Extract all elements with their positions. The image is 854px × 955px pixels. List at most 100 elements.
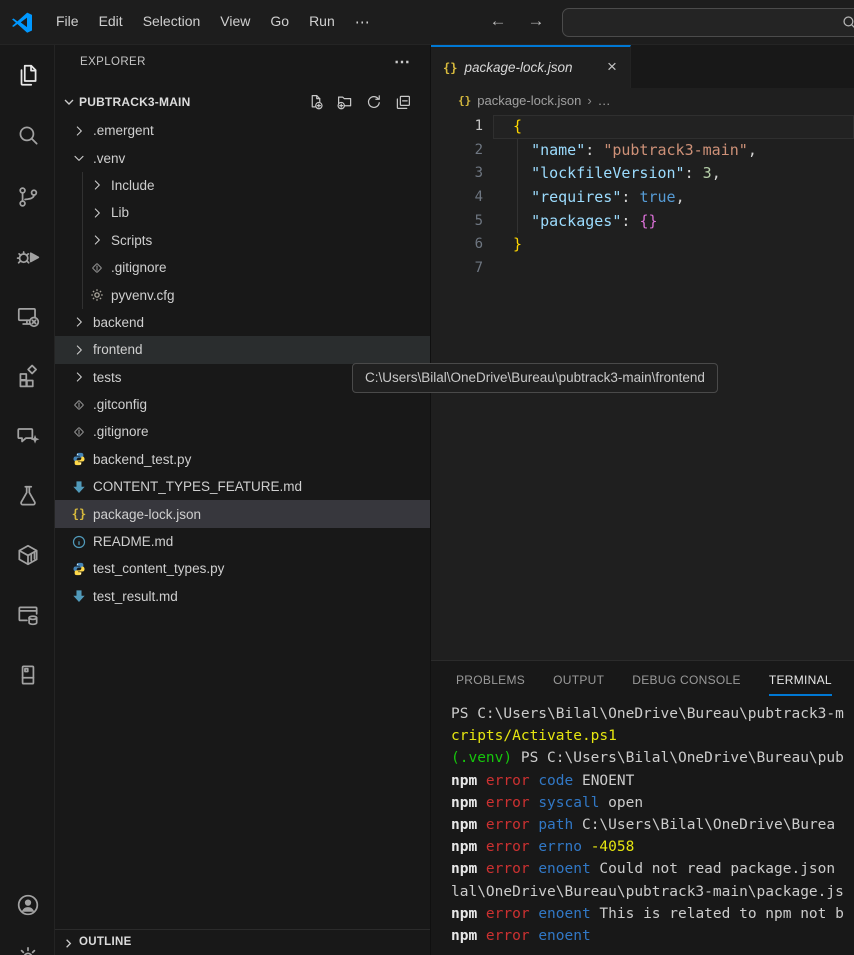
refresh-icon[interactable] bbox=[365, 93, 383, 111]
panel-tab-output[interactable]: OUTPUT bbox=[553, 664, 604, 696]
menu-file[interactable]: File bbox=[46, 8, 89, 34]
menu-run[interactable]: Run bbox=[299, 8, 345, 34]
tree-item-label: .gitconfig bbox=[93, 397, 147, 412]
line-number: 1 bbox=[431, 115, 493, 139]
terminal-line: npm error path C:\Users\Bilal\OneDrive\B… bbox=[451, 814, 854, 836]
tab-package-lock-json[interactable]: {} package-lock.json × bbox=[431, 45, 631, 88]
new-file-icon[interactable] bbox=[307, 93, 325, 111]
outline-section-header[interactable]: OUTLINE bbox=[55, 929, 430, 955]
tree-folder-lib[interactable]: Lib bbox=[55, 199, 430, 226]
tree-file--gitignore[interactable]: .gitignore bbox=[55, 418, 430, 445]
gear-icon bbox=[89, 287, 105, 303]
activity-search-icon[interactable] bbox=[0, 111, 55, 159]
chevron-right-icon bbox=[89, 177, 105, 193]
json-file-icon: {} bbox=[458, 94, 471, 107]
tree-folder-frontend[interactable]: frontend bbox=[55, 336, 430, 363]
activity-settings-icon[interactable] bbox=[0, 933, 55, 955]
chevron-right-icon bbox=[71, 314, 87, 330]
tree-file-package-lock-json[interactable]: {} package-lock.json bbox=[55, 500, 430, 527]
activity-devices-icon[interactable] bbox=[0, 651, 55, 699]
tree-item-label: backend_test.py bbox=[93, 452, 191, 467]
menu-view[interactable]: View bbox=[210, 8, 260, 34]
chevron-right-icon: › bbox=[587, 93, 591, 108]
tree-file--gitconfig[interactable]: .gitconfig bbox=[55, 391, 430, 418]
activity-run-debug-icon[interactable] bbox=[0, 233, 55, 281]
explorer-actions bbox=[307, 93, 412, 111]
chevron-right-icon bbox=[89, 232, 105, 248]
line-number: 6 bbox=[431, 233, 493, 257]
menu-more-button[interactable]: ⋯ bbox=[345, 8, 381, 36]
tree-item-label: Scripts bbox=[111, 233, 152, 248]
tree-file-content-types-feature-md[interactable]: CONTENT_TYPES_FEATURE.md bbox=[55, 473, 430, 500]
explorer-section-header[interactable]: PUBTRACK3-MAIN bbox=[55, 87, 430, 117]
tree-folder-scripts[interactable]: Scripts bbox=[55, 227, 430, 254]
tree-file-test-result-md[interactable]: test_result.md bbox=[55, 583, 430, 610]
json-file-icon: {} bbox=[443, 61, 457, 75]
code-line-content: "requires": true, bbox=[493, 186, 854, 210]
root-folder-label: PUBTRACK3-MAIN bbox=[79, 95, 190, 109]
tree-item-label: package-lock.json bbox=[93, 507, 201, 522]
breadcrumb[interactable]: {} package-lock.json › … bbox=[431, 88, 854, 113]
tree-folder--emergent[interactable]: .emergent bbox=[55, 117, 430, 144]
chevron-right-icon bbox=[71, 342, 87, 358]
menu-edit[interactable]: Edit bbox=[89, 8, 133, 34]
tab-label: package-lock.json bbox=[464, 60, 572, 75]
tab-close-icon[interactable]: × bbox=[602, 58, 622, 78]
chevron-right-icon bbox=[71, 369, 87, 385]
markdown-icon bbox=[71, 588, 87, 604]
activity-containers-icon[interactable] bbox=[0, 531, 55, 579]
activity-testing-icon[interactable] bbox=[0, 472, 55, 520]
panel-tab-problems[interactable]: PROBLEMS bbox=[456, 664, 525, 696]
tree-folder-include[interactable]: Include bbox=[55, 172, 430, 199]
menu-go[interactable]: Go bbox=[260, 8, 299, 34]
line-number: 4 bbox=[431, 186, 493, 210]
terminal-line: npm error enoent This is related to npm … bbox=[451, 903, 854, 925]
nav-forward-button[interactable]: → bbox=[524, 11, 548, 31]
tree-file-test-content-types-py[interactable]: test_content_types.py bbox=[55, 555, 430, 582]
nav-back-button[interactable]: ← bbox=[486, 11, 510, 31]
tree-file-pyvenv-cfg[interactable]: pyvenv.cfg bbox=[55, 281, 430, 308]
activity-explorer-icon[interactable] bbox=[0, 51, 55, 99]
collapse-all-icon[interactable] bbox=[394, 93, 412, 111]
activity-extensions-icon[interactable] bbox=[0, 352, 55, 400]
activity-remote-explorer-icon[interactable] bbox=[0, 293, 55, 341]
tree-file-readme-md[interactable]: README.md bbox=[55, 528, 430, 555]
command-center-search[interactable] bbox=[562, 8, 854, 37]
terminal[interactable]: PS C:\Users\Bilal\OneDrive\Bureau\pubtra… bbox=[431, 699, 854, 955]
new-folder-icon[interactable] bbox=[336, 93, 354, 111]
tree-folder--venv[interactable]: .venv bbox=[55, 144, 430, 171]
json-icon: {} bbox=[71, 506, 87, 522]
breadcrumb-more[interactable]: … bbox=[598, 93, 611, 108]
chevron-down-icon bbox=[71, 150, 87, 166]
activity-chat-icon[interactable] bbox=[0, 412, 55, 460]
explorer-more-button[interactable]: ⋯ bbox=[390, 52, 414, 72]
titlebar: FileEditSelectionViewGoRun ⋯ ← → bbox=[0, 0, 854, 45]
line-number: 7 bbox=[431, 257, 493, 281]
tree-file--gitignore[interactable]: .gitignore bbox=[55, 254, 430, 281]
tree-item-label: test_result.md bbox=[93, 589, 178, 604]
tree-item-label: .emergent bbox=[93, 123, 154, 138]
breadcrumb-file[interactable]: package-lock.json bbox=[477, 93, 581, 108]
chevron-right-icon bbox=[89, 205, 105, 221]
code-line-content: } bbox=[493, 233, 854, 257]
panel-tab-terminal[interactable]: TERMINAL bbox=[769, 664, 832, 696]
chevron-right-icon bbox=[71, 123, 87, 139]
code-line-6: 6} bbox=[431, 233, 854, 257]
activity-database-icon[interactable] bbox=[0, 591, 55, 639]
activity-source-control-icon[interactable] bbox=[0, 173, 55, 221]
editor-group: {} package-lock.json × {} package-lock.j… bbox=[430, 45, 854, 955]
code-line-3: 3 "lockfileVersion": 3, bbox=[431, 162, 854, 186]
vscode-window: FileEditSelectionViewGoRun ⋯ ← → EXPLORE… bbox=[0, 0, 854, 955]
panel-tab-debug-console[interactable]: DEBUG CONSOLE bbox=[632, 664, 741, 696]
tree-item-label: pyvenv.cfg bbox=[111, 288, 175, 303]
activity-account-icon[interactable] bbox=[0, 881, 55, 929]
tree-item-label: tests bbox=[93, 370, 122, 385]
explorer-sidebar: EXPLORER ⋯ PUBTRACK3-MAIN .emergent .venv… bbox=[55, 45, 430, 955]
menu-selection[interactable]: Selection bbox=[133, 8, 211, 34]
search-icon bbox=[841, 14, 854, 31]
tree-folder-backend[interactable]: backend bbox=[55, 309, 430, 336]
sidebar-title: EXPLORER bbox=[80, 56, 146, 68]
tree-file-backend-test-py[interactable]: backend_test.py bbox=[55, 446, 430, 473]
terminal-line: npm error enoent bbox=[451, 925, 854, 947]
python-icon bbox=[71, 451, 87, 467]
